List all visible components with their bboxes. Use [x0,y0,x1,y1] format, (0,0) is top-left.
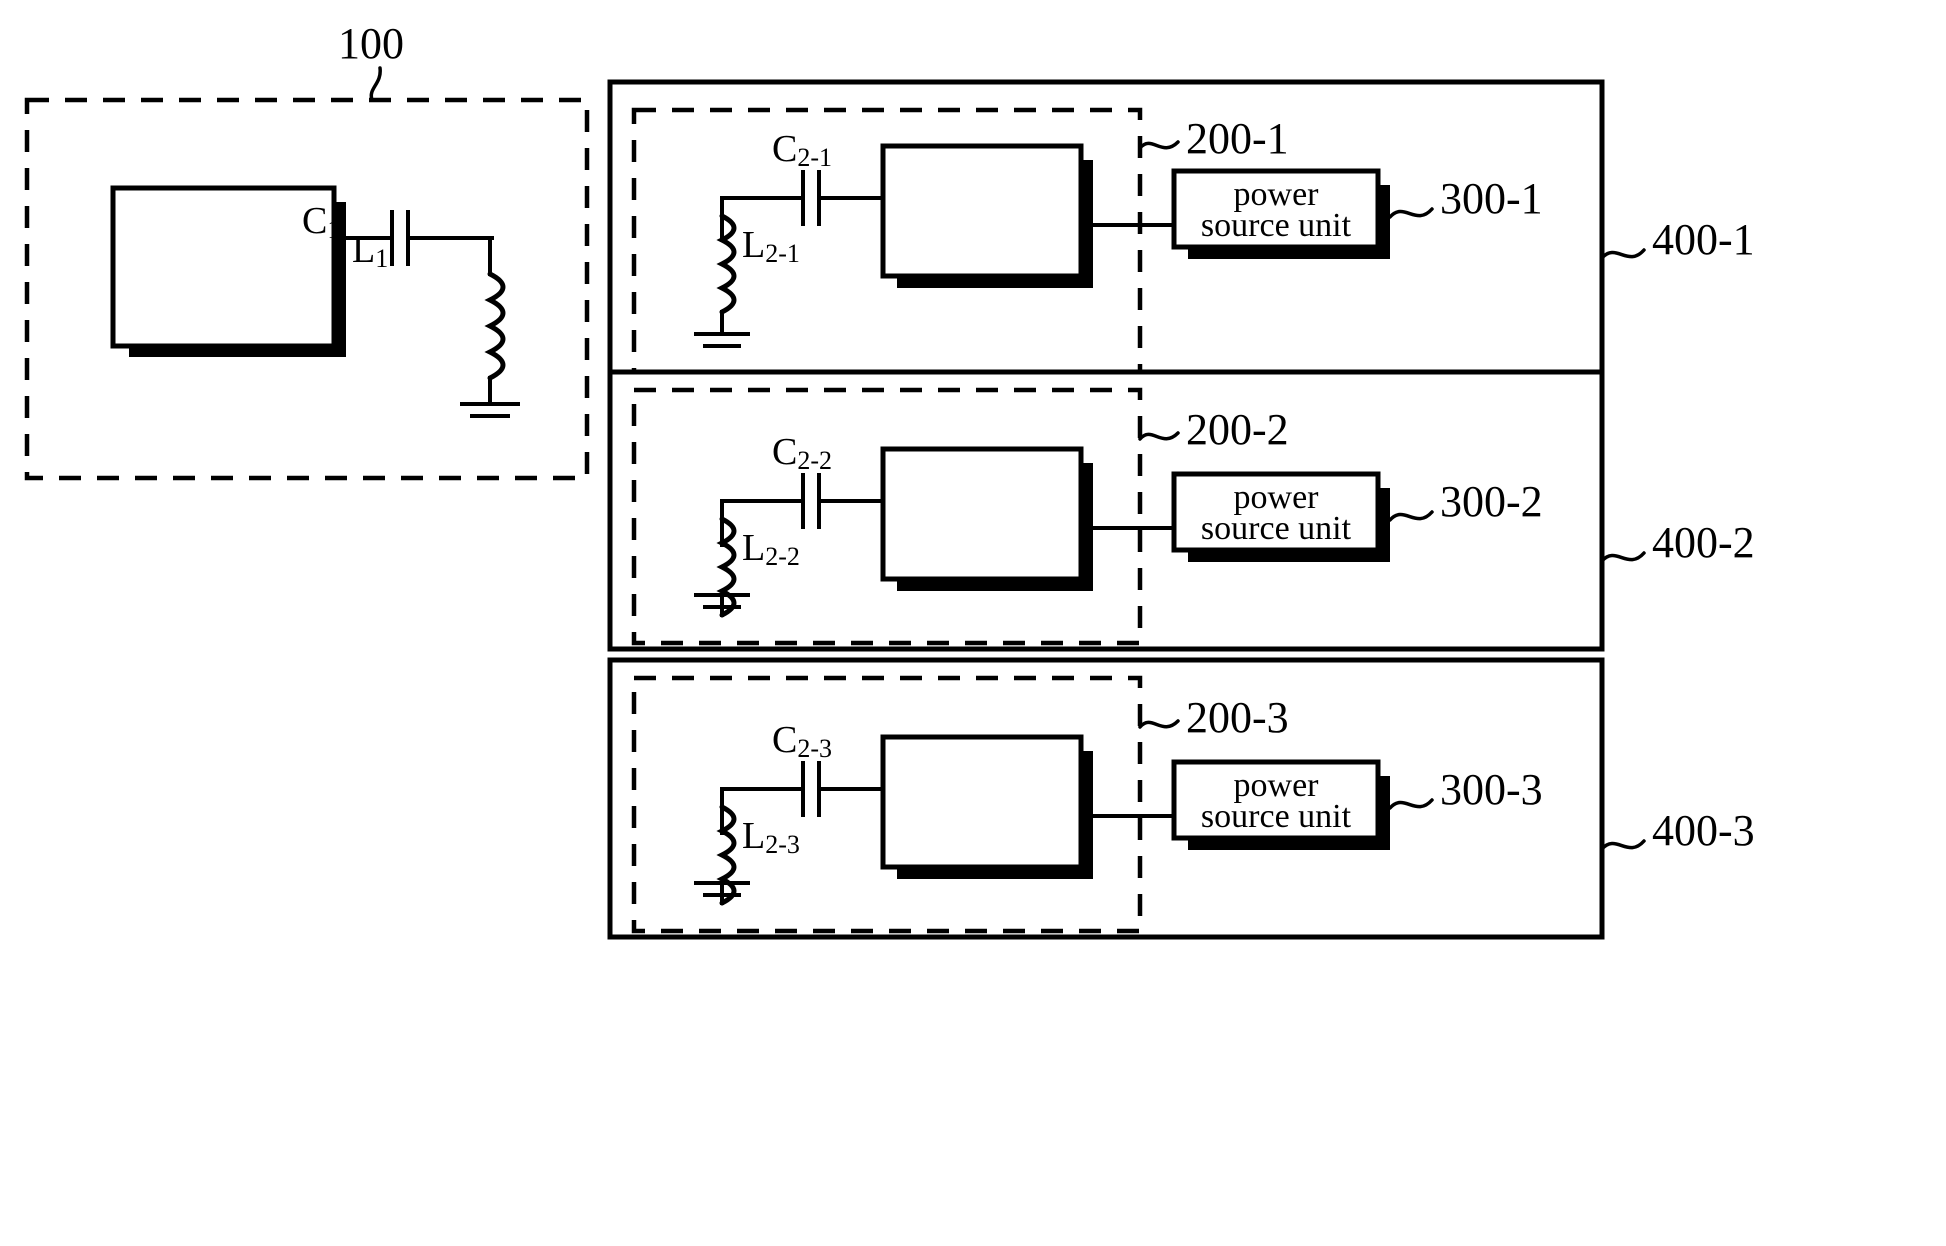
branch-2-block [880,446,1084,582]
ref-100-leader-line [369,66,382,102]
ref-400-1-leader-line [1600,248,1646,260]
ref-400-2-label: 400-2 [1652,518,1755,567]
patent-figure: 100 C1 L1 200-1 L2-1 C2-1 power source u… [0,0,1946,1246]
ref-100-label: 100 [338,19,404,68]
ref-300-2-label: 300-2 [1440,477,1543,526]
branch-3-psu-label-line2: source unit [1201,798,1352,835]
antenna-block [110,185,337,349]
branch-1-block [880,143,1084,279]
ref-200-3-label: 200-3 [1186,693,1289,742]
branch-1-psu-label-line2: source unit [1201,207,1352,244]
ref-200-1-label: 200-1 [1186,114,1289,163]
ref-300-1-label: 300-1 [1440,174,1543,223]
branch-3-group: 200-3 L2-3 C2-3 power source unit 300-3 … [607,657,1755,940]
figure-canvas: 100 C1 L1 200-1 L2-1 C2-1 power source u… [24,19,1755,940]
branch-2-psu-label-line2: source unit [1201,510,1352,547]
ref-400-3-leader-line [1600,839,1646,851]
antenna-inductor-label: L1 [352,229,388,273]
ref-200-2-label: 200-2 [1186,405,1289,454]
antenna-inductor-coil [484,271,506,381]
ref-400-2-leader-line [1600,551,1646,563]
ref-300-3-label: 300-3 [1440,765,1543,814]
branch-2-group: 200-2 L2-2 C2-2 power source unit 300-2 … [607,369,1755,652]
ref-400-1-label: 400-1 [1652,215,1755,264]
antenna-module-group: 100 C1 L1 [24,19,590,481]
branch-3-block [880,734,1084,870]
ref-400-3-label: 400-3 [1652,806,1755,855]
